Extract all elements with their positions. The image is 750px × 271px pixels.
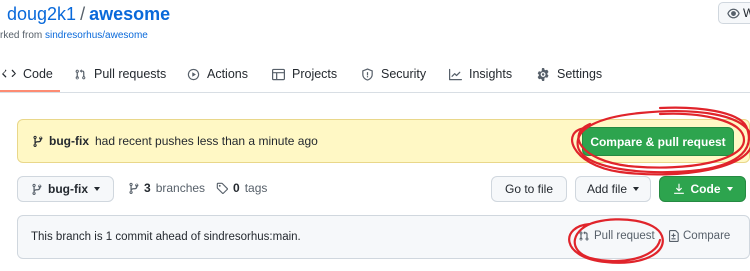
tab-insights[interactable]: Insights (449, 62, 512, 86)
tab-projects-label: Projects (292, 67, 338, 81)
code-icon (2, 69, 16, 78)
eye-icon (727, 8, 740, 18)
pull-request-label: Pull request (594, 230, 655, 242)
shield-icon (362, 67, 373, 81)
git-branch-icon (33, 135, 43, 147)
branch-select-button[interactable]: bug-fix (17, 176, 114, 202)
git-pull-request-icon (579, 231, 589, 241)
forked-from-label: rked from (0, 30, 46, 41)
chevron-down-icon (94, 187, 100, 191)
tab-code[interactable]: Code (2, 62, 53, 86)
chevron-down-icon (726, 187, 733, 191)
tab-actions[interactable]: Actions (187, 62, 248, 86)
git-branch-icon (129, 182, 139, 194)
play-icon (187, 68, 200, 80)
tab-projects[interactable]: Projects (272, 62, 337, 86)
compare-and-pull-request-button[interactable]: Compare & pull request (582, 127, 734, 156)
download-icon (673, 183, 684, 194)
branch-select-label: bug-fix (48, 182, 88, 196)
go-to-file-label: Go to file (504, 182, 554, 196)
compare-link[interactable]: Compare (668, 230, 730, 242)
git-pull-request-icon (75, 68, 86, 79)
go-to-file-button[interactable]: Go to file (491, 176, 567, 202)
tab-pull-requests-label: Pull requests (94, 67, 167, 81)
recent-push-text: had recent pushes less than a minute ago (95, 134, 318, 148)
tab-settings-label: Settings (557, 67, 603, 81)
watch-button-label: W (743, 6, 750, 20)
tab-code-label: Code (23, 67, 53, 81)
git-branch-icon (32, 183, 42, 195)
tabs-divider (0, 92, 750, 93)
tags-count-link[interactable]: 0 tags (216, 181, 267, 195)
tab-settings[interactable]: Settings (537, 62, 602, 86)
repo-name-link[interactable]: awesome (89, 4, 170, 24)
table-icon (272, 68, 285, 80)
tab-security[interactable]: Security (361, 62, 426, 86)
pushed-branch-name[interactable]: bug-fix (49, 134, 89, 148)
branches-count: 3 (144, 181, 151, 195)
commits-ahead-message: This branch is 1 commit ahead of sindres… (31, 231, 301, 243)
code-download-button[interactable]: Code (659, 176, 746, 202)
branches-count-link[interactable]: 3 branches (128, 181, 205, 195)
code-button-label: Code (690, 182, 721, 196)
tab-actions-label: Actions (207, 67, 248, 81)
chevron-down-icon (633, 187, 640, 191)
forked-from-line: rked from sindresorhus/awesome (0, 30, 148, 41)
pull-request-link[interactable]: Pull request (578, 230, 655, 242)
fork-source-link[interactable]: sindresorhus/awesome (45, 30, 148, 41)
compare-label: Compare (683, 230, 731, 242)
gear-icon (537, 67, 549, 81)
tab-security-label: Security (381, 67, 427, 81)
branches-label: branches (155, 181, 206, 195)
graph-icon (449, 68, 462, 80)
tag-icon (216, 182, 228, 194)
tab-insights-label: Insights (469, 67, 513, 81)
tab-pull-requests[interactable]: Pull requests (74, 62, 166, 86)
add-file-label: Add file (586, 182, 628, 196)
repo-owner-link[interactable]: doug2k1 (7, 4, 76, 24)
repo-separator: / (80, 4, 86, 24)
repo-title: doug2k1/awesome (7, 4, 170, 25)
tags-count: 0 (233, 181, 240, 195)
file-diff-icon (669, 230, 679, 242)
recent-push-message: bug-fix had recent pushes less than a mi… (32, 134, 318, 148)
watch-button[interactable]: W (718, 2, 750, 24)
tags-label: tags (244, 181, 268, 195)
add-file-button[interactable]: Add file (575, 176, 651, 202)
